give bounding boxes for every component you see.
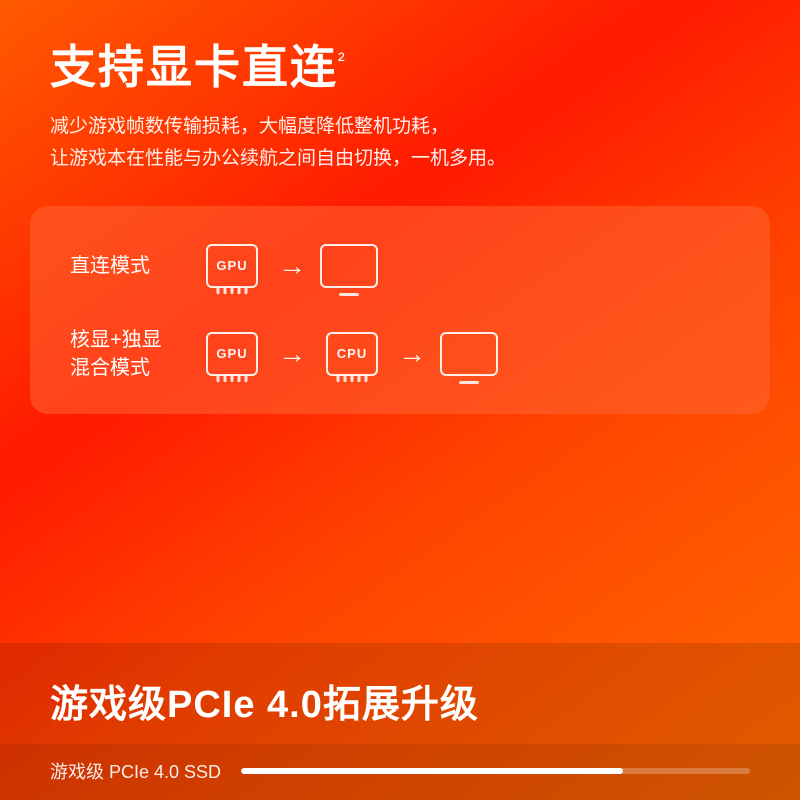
hybrid-label-line1: 核显+独显 <box>70 329 162 351</box>
pin <box>245 287 248 294</box>
pin <box>231 287 234 294</box>
bottom-section: 游戏级PCIe 4.0拓展升级 游戏级 PCIe 4.0 SSD <box>0 643 800 800</box>
gpu-chip-pins-2 <box>217 375 248 382</box>
main-title: 支持显卡直连² <box>50 40 750 95</box>
pcie-title-area: 游戏级PCIe 4.0拓展升级 <box>0 643 800 744</box>
pcie-subtitle-label: 游戏级 PCIe 4.0 SSD <box>50 758 221 784</box>
pin <box>224 287 227 294</box>
monitor-stand-2 <box>459 381 479 384</box>
row-label-direct: 直连模式 <box>70 252 180 280</box>
cpu-chip-icon: CPU <box>320 324 384 384</box>
monitor-wrapper-1 <box>320 244 378 288</box>
pin <box>238 375 241 382</box>
subtitle: 减少游戏帧数传输损耗，大幅度降低整机功耗， 让游戏本在性能与办公续航之间自由切换… <box>50 111 750 176</box>
arrow-icon-3: → <box>398 340 426 368</box>
gpu-chip-pins <box>217 287 248 294</box>
gpu-chip-body-2: GPU <box>206 332 258 376</box>
gpu-chip-label-2: GPU <box>216 346 247 361</box>
top-section: 支持显卡直连² 减少游戏帧数传输损耗，大幅度降低整机功耗， 让游戏本在性能与办公… <box>0 0 800 206</box>
subtitle-line2: 让游戏本在性能与办公续航之间自由切换，一机多用。 <box>50 148 506 169</box>
gpu-chip-icon: GPU <box>200 236 264 296</box>
pin <box>365 375 368 382</box>
pin <box>337 375 340 382</box>
cpu-chip-body: CPU <box>326 332 378 376</box>
gpu-chip-label: GPU <box>216 258 247 273</box>
monitor-stand-1 <box>339 293 359 296</box>
arrow-icon-2: → <box>278 340 306 368</box>
pcie-subtitle-row: 游戏级 PCIe 4.0 SSD <box>0 744 800 800</box>
hybrid-label-line2: 混合模式 <box>70 357 150 379</box>
pin <box>217 287 220 294</box>
pcie-bar-fill <box>241 768 623 774</box>
pin <box>351 375 354 382</box>
pcie-title: 游戏级PCIe 4.0拓展升级 <box>50 673 750 728</box>
monitor-icon-2 <box>440 332 498 376</box>
mid-spacer <box>0 414 800 643</box>
gpu-chip-body: GPU <box>206 244 258 288</box>
main-title-text: 支持显卡直连 <box>50 41 338 93</box>
diagram-row-direct: 直连模式 GPU → <box>70 236 730 296</box>
title-superscript: ² <box>338 50 347 72</box>
diagram-flow-hybrid: GPU → CPU <box>200 324 498 384</box>
cpu-chip-label: CPU <box>337 346 367 361</box>
pin <box>231 375 234 382</box>
diagram-card: 直连模式 GPU → <box>30 206 770 414</box>
arrow-icon-1: → <box>278 252 306 280</box>
diagram-row-hybrid: 核显+独显 混合模式 GPU <box>70 324 730 384</box>
cpu-chip-pins <box>337 375 368 382</box>
pin <box>217 375 220 382</box>
monitor-wrapper-2 <box>440 332 498 376</box>
pin <box>358 375 361 382</box>
pin <box>238 287 241 294</box>
diagram-flow-direct: GPU → <box>200 236 378 296</box>
gpu-chip-icon-2: GPU <box>200 324 264 384</box>
pcie-bar-track <box>241 768 750 774</box>
page-container: 支持显卡直连² 减少游戏帧数传输损耗，大幅度降低整机功耗， 让游戏本在性能与办公… <box>0 0 800 800</box>
row-label-hybrid: 核显+独显 混合模式 <box>70 326 180 382</box>
pin <box>224 375 227 382</box>
subtitle-line1: 减少游戏帧数传输损耗，大幅度降低整机功耗， <box>50 116 449 137</box>
pin <box>245 375 248 382</box>
pin <box>344 375 347 382</box>
monitor-icon-1 <box>320 244 378 288</box>
